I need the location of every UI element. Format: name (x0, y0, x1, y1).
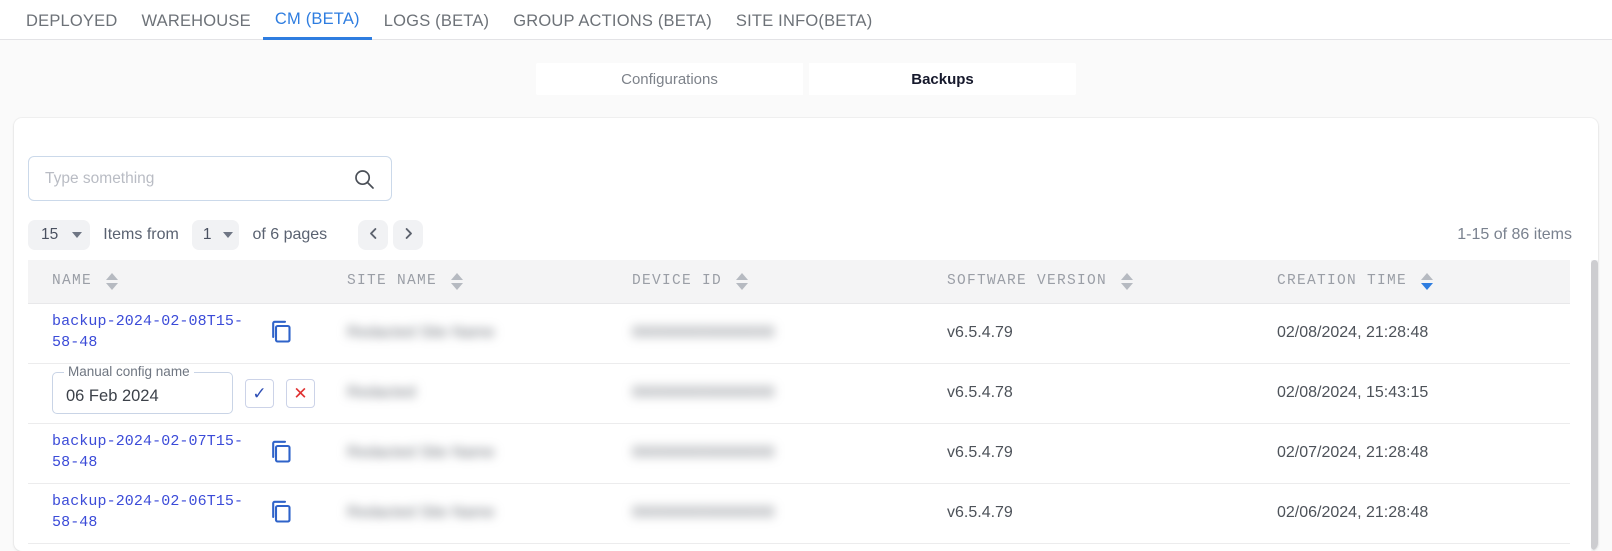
column-header-creation-time[interactable]: CREATION TIME (1253, 260, 1570, 303)
page-number-value: 1 (203, 226, 212, 244)
column-label: DEVICE ID (632, 273, 722, 289)
copy-icon[interactable] (268, 318, 294, 349)
search-input[interactable] (45, 170, 353, 188)
cell-software-version: v6.5.4.79 (923, 423, 1253, 483)
nav-tab-site-info[interactable]: SITE INFO(BETA) (724, 13, 885, 40)
column-label: SITE NAME (347, 273, 437, 289)
column-label: CREATION TIME (1277, 273, 1407, 289)
nav-tab-deployed[interactable]: DEPLOYED (14, 13, 129, 40)
scrollbar-thumb[interactable] (1591, 260, 1598, 550)
chevron-down-icon (72, 232, 82, 238)
cell-name: backup-2024-02-06T15-58-48 (28, 483, 323, 543)
next-page-button[interactable] (393, 220, 423, 250)
view-switcher: Configurations Backups (0, 40, 1612, 118)
sort-icon[interactable] (1121, 273, 1133, 290)
cell-device-id: 0000000000000000 (608, 483, 923, 543)
tab-backups[interactable]: Backups (809, 63, 1076, 95)
cell-name: backup-2024-02-07T15-58-48 (28, 423, 323, 483)
device-id-value: 0000000000000000 (632, 504, 774, 521)
cell-software-version: v6.5.4.78 (923, 363, 1253, 423)
cell-device-id: 0000000000000000 (608, 303, 923, 363)
chevron-down-icon (223, 232, 233, 238)
site-name-value: Redacted Site Name (347, 504, 495, 521)
table-row[interactable]: backup-2024-02-08T15-58-48 Redacted Site… (28, 303, 1570, 363)
field-value[interactable]: 06 Feb 2024 (66, 387, 159, 406)
primary-nav: DEPLOYED WAREHOUSE CM (BETA) LOGS (BETA)… (0, 0, 1612, 40)
table-toolbar: 15 Items from 1 of 6 pages 1-15 of 86 it… (28, 213, 1584, 257)
table-vertical-scrollbar[interactable] (1591, 260, 1598, 551)
copy-icon[interactable] (268, 438, 294, 469)
table-header-row: NAME SITE NAME DEVICE ID (28, 260, 1570, 303)
items-from-label: Items from (103, 226, 179, 244)
cell-device-id: 0000000000000000 (608, 363, 923, 423)
backup-name-link[interactable]: backup-2024-02-06T15-58-48 (52, 492, 252, 533)
field-label: Manual config name (64, 364, 194, 379)
cell-creation-time: 02/07/2024, 21:28:48 (1253, 423, 1570, 483)
cell-creation-time: 02/08/2024, 15:43:15 (1253, 363, 1570, 423)
cell-name-editor: Manual config name 06 Feb 2024 ✓ ✕ (28, 363, 323, 423)
page-size-value: 15 (41, 226, 58, 244)
cell-site-name: Redacted Site Name (323, 483, 608, 543)
confirm-rename-button[interactable]: ✓ (245, 379, 274, 408)
copy-icon[interactable] (268, 498, 294, 529)
column-header-name[interactable]: NAME (28, 260, 323, 303)
cell-site-name: Redacted Site Name (323, 423, 608, 483)
column-header-device-id[interactable]: DEVICE ID (608, 260, 923, 303)
sort-icon[interactable] (106, 273, 118, 290)
backups-table-scroll[interactable]: NAME SITE NAME DEVICE ID (28, 260, 1584, 551)
chevron-right-icon (401, 226, 416, 244)
cancel-rename-button[interactable]: ✕ (286, 379, 315, 408)
cell-name: backup-2024-02-08T15-58-48 (28, 303, 323, 363)
cell-device-id: 0000000000000000 (608, 423, 923, 483)
device-id-value: 0000000000000000 (632, 324, 774, 341)
table-row-editing[interactable]: Manual config name 06 Feb 2024 ✓ ✕ Redac… (28, 363, 1570, 423)
table-row[interactable]: backup-2024-02-07T15-58-48 Redacted Site… (28, 423, 1570, 483)
table-row[interactable]: backup-2024-02-06T15-58-48 Redacted Site… (28, 483, 1570, 543)
backup-name-link[interactable]: backup-2024-02-07T15-58-48 (52, 432, 252, 473)
cell-software-version: v6.5.4.79 (923, 483, 1253, 543)
nav-tab-logs[interactable]: LOGS (BETA) (372, 13, 502, 40)
cell-software-version: v6.5.4.79 (923, 303, 1253, 363)
column-header-site-name[interactable]: SITE NAME (323, 260, 608, 303)
site-name-value: Redacted Site Name (347, 444, 495, 461)
cell-site-name: Redacted Site Name (323, 303, 608, 363)
item-count-label: 1-15 of 86 items (1457, 226, 1584, 244)
device-id-value: 0000000000000000 (632, 444, 774, 461)
device-id-value: 0000000000000000 (632, 384, 774, 401)
chevron-left-icon (366, 226, 381, 244)
sort-icon[interactable] (736, 273, 748, 290)
backups-panel: 15 Items from 1 of 6 pages 1-15 of 86 it… (14, 118, 1598, 551)
prev-page-button[interactable] (358, 220, 388, 250)
sort-icon-active[interactable] (1421, 273, 1433, 290)
page-size-select[interactable]: 15 (28, 220, 90, 250)
search-box[interactable] (28, 156, 392, 201)
cell-creation-time: 02/08/2024, 21:28:48 (1253, 303, 1570, 363)
nav-tab-cm[interactable]: CM (BETA) (263, 11, 372, 41)
manual-config-name-field[interactable]: Manual config name 06 Feb 2024 (52, 372, 233, 414)
cell-creation-time: 02/06/2024, 21:28:48 (1253, 483, 1570, 543)
column-label: NAME (52, 273, 92, 289)
column-header-software-version[interactable]: SOFTWARE VERSION (923, 260, 1253, 303)
column-label: SOFTWARE VERSION (947, 273, 1107, 289)
total-pages-label: of 6 pages (252, 226, 327, 244)
tab-configurations[interactable]: Configurations (536, 63, 803, 95)
site-name-value: Redacted Site Name (347, 324, 495, 341)
search-icon[interactable] (353, 168, 375, 190)
nav-tab-warehouse[interactable]: WAREHOUSE (129, 13, 262, 40)
backup-name-link[interactable]: backup-2024-02-08T15-58-48 (52, 312, 252, 353)
sort-icon[interactable] (451, 273, 463, 290)
site-name-value: Redacted (347, 384, 416, 401)
page-number-select[interactable]: 1 (192, 220, 240, 250)
nav-tab-group-actions[interactable]: GROUP ACTIONS (BETA) (501, 13, 724, 40)
cell-site-name: Redacted (323, 363, 608, 423)
backups-table: NAME SITE NAME DEVICE ID (28, 260, 1570, 544)
